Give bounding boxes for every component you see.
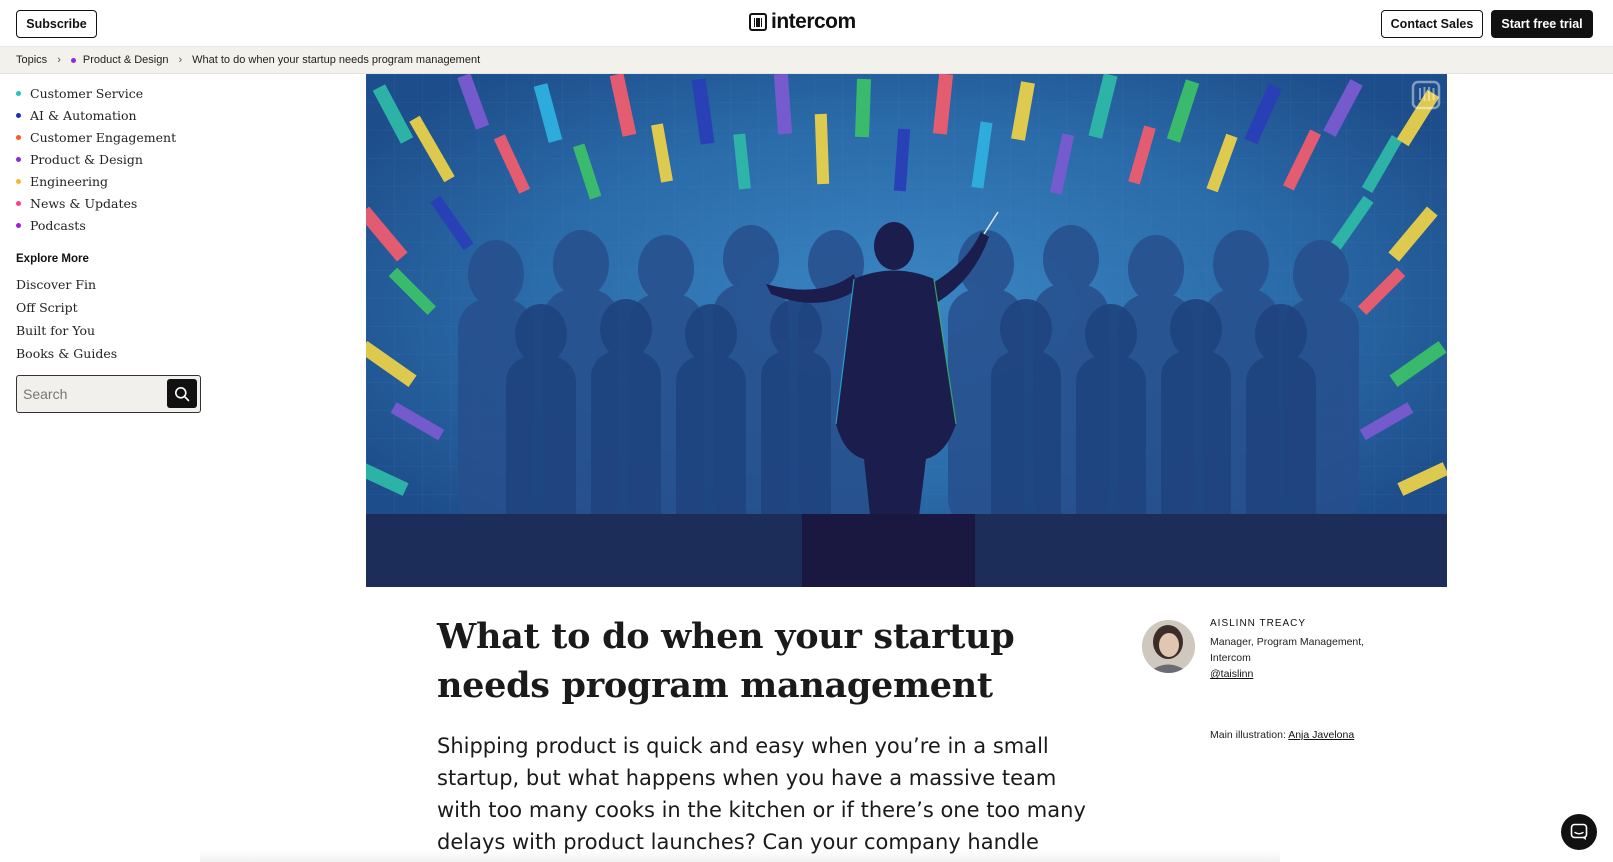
sidebar-item-podcasts[interactable]: Podcasts <box>16 214 206 236</box>
chevron-right-icon: › <box>178 54 183 66</box>
conductor-illustration <box>366 74 1447 587</box>
topic-dot <box>16 112 21 118</box>
author-avatar-image <box>1142 620 1195 673</box>
explore-link-built-for-you[interactable]: Built for You <box>16 319 206 342</box>
author-avatar <box>1142 620 1195 673</box>
sidebar-item-label: Podcasts <box>30 217 86 233</box>
search-button[interactable] <box>167 379 197 408</box>
author-role: Manager, Program Management, Intercom <box>1210 636 1365 664</box>
breadcrumb: Topics › Product & Design › What to do w… <box>0 47 1613 74</box>
chat-icon <box>1570 823 1588 840</box>
explore-link-discover-fin[interactable]: Discover Fin <box>16 273 206 296</box>
topic-dot <box>16 134 21 140</box>
sidebar-item-product-design[interactable]: Product & Design <box>16 148 206 170</box>
illustration-credit: Main illustration: Anja Javelona <box>1210 729 1354 741</box>
hero-illustration <box>366 74 1447 587</box>
explore-link-books-guides[interactable]: Books & Guides <box>16 342 206 365</box>
category-dot <box>70 57 76 63</box>
search-box <box>16 375 201 413</box>
sidebar-item-label: Customer Service <box>30 85 144 101</box>
sidebar: Customer Service AI & Automation Custome… <box>16 82 206 413</box>
intercom-logo-icon <box>749 13 767 31</box>
topic-dot <box>16 156 21 162</box>
sidebar-item-customer-service[interactable]: Customer Service <box>16 82 206 104</box>
sidebar-item-label: Engineering <box>30 173 109 189</box>
author-name[interactable]: AISLINN TREACY <box>1210 618 1390 634</box>
sidebar-item-ai-automation[interactable]: AI & Automation <box>16 104 206 126</box>
illustration-credit-prefix: Main illustration: <box>1210 729 1286 741</box>
sidebar-item-label: Product & Design <box>30 151 143 167</box>
article-lede: Shipping product is quick and easy when … <box>437 734 1086 854</box>
subscribe-button[interactable]: Subscribe <box>16 10 97 38</box>
search-icon <box>175 386 190 401</box>
sidebar-item-label: AI & Automation <box>30 107 137 123</box>
search-input[interactable] <box>23 383 163 405</box>
logo-text: intercom <box>771 10 856 33</box>
article-title: What to do when your startup needs progr… <box>437 616 1015 706</box>
explore-more-heading: Explore More <box>16 253 89 265</box>
topic-dot <box>16 222 21 228</box>
sidebar-item-label: News & Updates <box>30 195 138 211</box>
sidebar-item-news-updates[interactable]: News & Updates <box>16 192 206 214</box>
start-free-trial-button[interactable]: Start free trial <box>1491 10 1593 38</box>
chevron-right-icon: › <box>57 54 61 66</box>
topic-dot <box>16 200 21 206</box>
breadcrumb-current: What to do when your startup needs progr… <box>192 54 481 66</box>
illustration-credit-link[interactable]: Anja Javelona <box>1288 729 1354 741</box>
author-handle-link[interactable]: @taislinn <box>1210 666 1390 682</box>
topic-dot <box>16 90 21 96</box>
topic-dot <box>16 178 21 184</box>
author-info: AISLINN TREACY Manager, Program Manageme… <box>1210 618 1390 682</box>
chat-launcher-button[interactable] <box>1561 814 1597 850</box>
bottom-fade <box>200 850 1280 862</box>
sidebar-item-customer-engagement[interactable]: Customer Engagement <box>16 126 206 148</box>
top-navigation: Subscribe intercom Contact Sales Start f… <box>0 0 1613 47</box>
sidebar-item-label: Customer Engagement <box>30 129 177 145</box>
breadcrumb-category[interactable]: Product & Design <box>83 54 169 66</box>
breadcrumb-topics[interactable]: Topics <box>16 54 47 66</box>
intercom-logo[interactable]: intercom <box>749 10 856 34</box>
explore-link-off-script[interactable]: Off Script <box>16 296 206 319</box>
sidebar-item-engineering[interactable]: Engineering <box>16 170 206 192</box>
contact-sales-button[interactable]: Contact Sales <box>1381 10 1483 38</box>
